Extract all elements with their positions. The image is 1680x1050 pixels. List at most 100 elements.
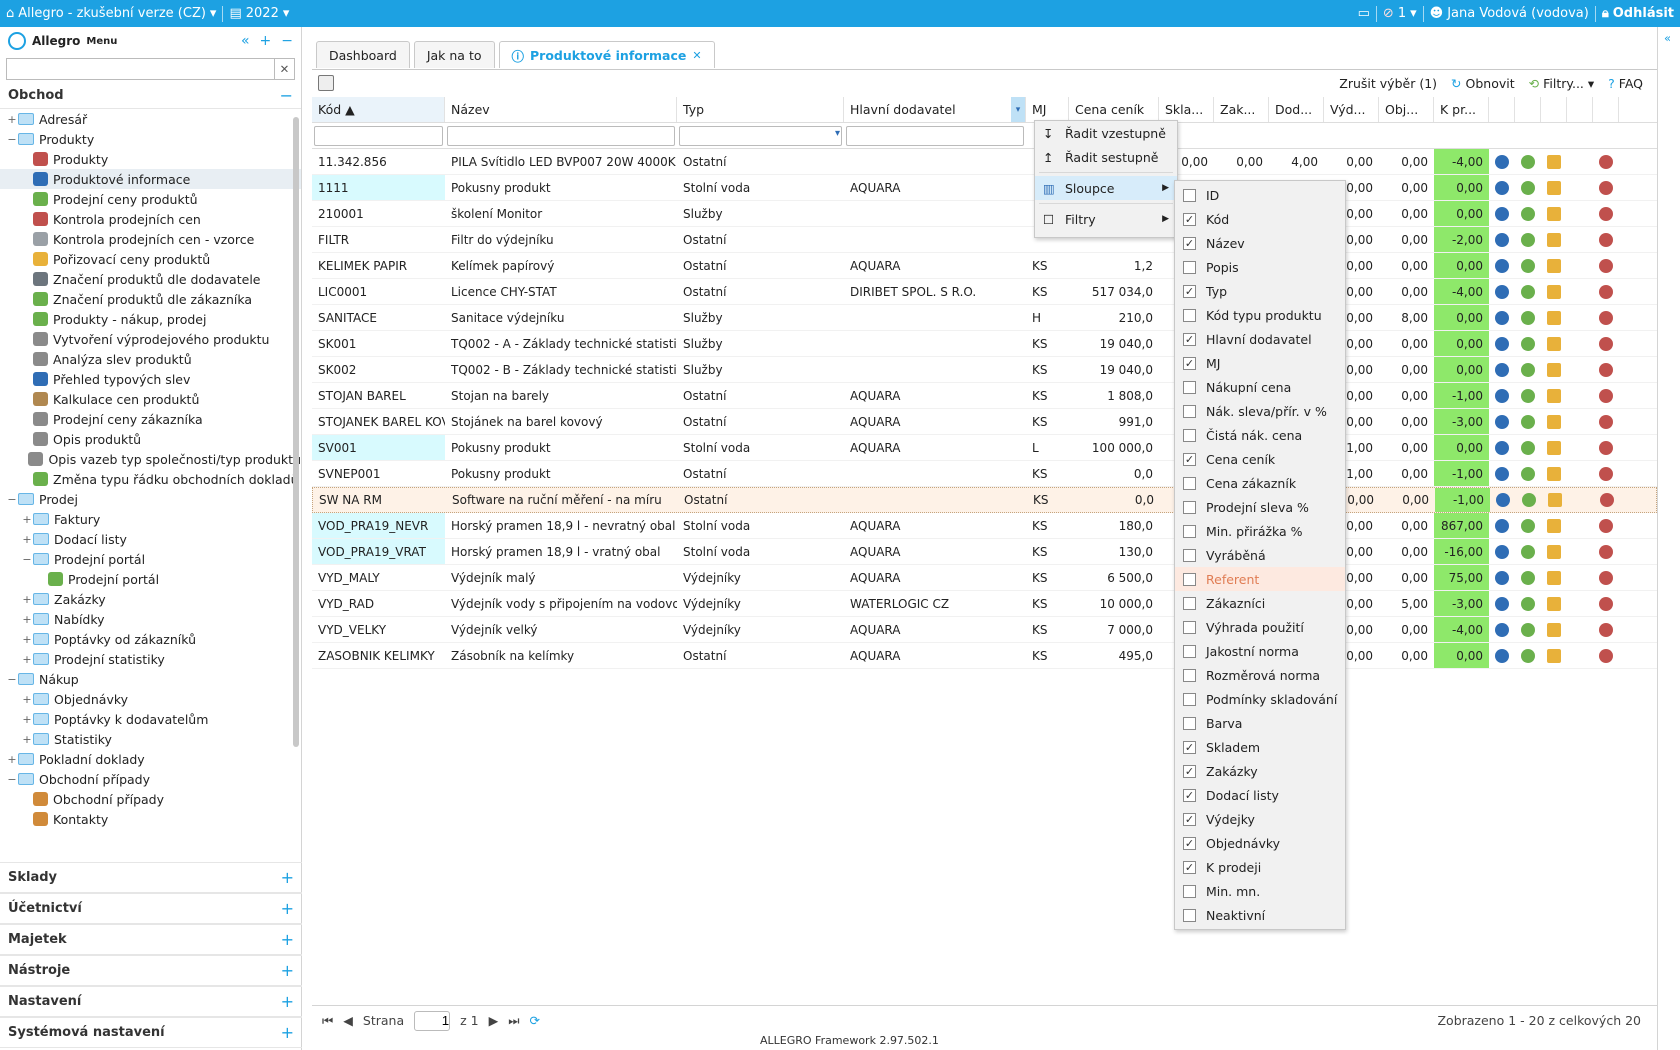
expand-icon[interactable]: + xyxy=(281,899,294,918)
table-row[interactable]: SANITACE Sanitace výdejníku Služby H 210,0 0,… xyxy=(312,305,1657,331)
column-toggle-item[interactable]: ID xyxy=(1175,183,1345,207)
expand-toggle-icon[interactable]: − xyxy=(6,133,18,146)
tree-node[interactable]: Opis produktů xyxy=(0,429,301,449)
info-icon[interactable] xyxy=(1495,206,1509,221)
checkbox[interactable] xyxy=(1183,620,1196,634)
checkbox[interactable] xyxy=(1183,884,1196,898)
tree-node[interactable]: − Prodejní portál xyxy=(0,549,301,569)
tree-node[interactable]: Prodejní ceny produktů xyxy=(0,189,301,209)
info-icon[interactable] xyxy=(1495,336,1509,351)
collapse-sidebar-icon[interactable]: « xyxy=(241,33,250,49)
tree-node[interactable]: Kalkulace cen produktů xyxy=(0,389,301,409)
column-header[interactable]: Typ xyxy=(677,97,844,122)
table-row[interactable]: SVNEP001 Pokusny produkt Ostatní KS 0,0 1,00 0… xyxy=(312,461,1657,487)
expand-toggle-icon[interactable]: + xyxy=(6,753,18,766)
checkbox[interactable]: ✓ xyxy=(1183,836,1196,850)
clear-icon[interactable]: ✕ xyxy=(274,59,294,79)
table-row[interactable]: KELIMEK PAPIR Kelímek papírový Ostatní AQUA… xyxy=(312,253,1657,279)
expand-toggle-icon[interactable]: + xyxy=(21,533,33,546)
column-toggle-item[interactable]: ✓ MJ xyxy=(1175,351,1345,375)
sidebar-section[interactable]: Systémová nastavení + xyxy=(0,1017,302,1048)
info-icon[interactable] xyxy=(1495,414,1509,429)
column-toggle-item[interactable]: ✓ K prodeji xyxy=(1175,855,1345,879)
table-row[interactable]: VYD_VELKY Výdejník velký Výdejníky AQUARA KS… xyxy=(312,617,1657,643)
expand-toggle-icon[interactable]: + xyxy=(21,713,33,726)
cart-icon[interactable] xyxy=(1599,388,1613,403)
column-toggle-item[interactable]: Podmínky skladování xyxy=(1175,687,1345,711)
sidebar-search-input[interactable] xyxy=(7,59,274,79)
checkbox[interactable]: ✓ xyxy=(1183,236,1196,250)
column-toggle-item[interactable]: Nákupní cena xyxy=(1175,375,1345,399)
info-icon[interactable] xyxy=(1495,362,1509,377)
expand-toggle-icon[interactable]: − xyxy=(6,493,18,506)
refresh-button[interactable]: ↻ Obnovit xyxy=(1451,76,1515,91)
tree-node[interactable]: Pořizovací ceny produktů xyxy=(0,249,301,269)
column-toggle-item[interactable]: ✓ Cena ceník xyxy=(1175,447,1345,471)
checkbox[interactable] xyxy=(1183,716,1196,730)
tree-node[interactable]: Vytvoření výprodejového produktu xyxy=(0,329,301,349)
column-header[interactable]: Kód ▲ xyxy=(312,97,445,122)
tree-node[interactable]: Produkty - nákup, prodej xyxy=(0,309,301,329)
tree-node[interactable]: + Dodací listy xyxy=(0,529,301,549)
column-toggle-item[interactable]: Vyráběná xyxy=(1175,543,1345,567)
expand-all-icon[interactable]: + xyxy=(260,33,272,49)
column-header[interactable]: K pr... xyxy=(1434,97,1489,122)
dropdown-icon[interactable]: ▾ xyxy=(835,128,840,139)
table-row[interactable]: FILTR Filtr do výdejníku Ostatní 0,00 0,00 -2… xyxy=(312,227,1657,253)
table-row[interactable]: SW NA RM Software na ruční měření - na mí… xyxy=(312,487,1657,513)
transfer-icon[interactable] xyxy=(1521,284,1535,299)
sidebar-section[interactable]: Účetnictví + xyxy=(0,893,302,924)
folder-open-icon[interactable] xyxy=(1547,232,1561,247)
info-icon[interactable] xyxy=(1495,180,1509,195)
checkbox[interactable] xyxy=(1183,692,1196,706)
expand-toggle-icon[interactable]: + xyxy=(21,653,33,666)
table-row[interactable]: VYD_MALY Výdejník malý Výdejníky AQUARA KS 6 … xyxy=(312,565,1657,591)
next-page-icon[interactable]: ▶ xyxy=(489,1013,499,1028)
column-toggle-item[interactable]: Zákazníci xyxy=(1175,591,1345,615)
logout-button[interactable]: 🔒︎ Odhlásit xyxy=(1596,6,1680,21)
folder-open-icon[interactable] xyxy=(1547,648,1561,663)
year-selector[interactable]: ▤ 2022 ▾ xyxy=(223,6,295,21)
checkbox[interactable] xyxy=(1183,644,1196,658)
tree-node[interactable]: Změna typu řádku obchodních dokladů xyxy=(0,469,301,489)
table-row[interactable]: 210001 školení Monitor Služby 0,00 0,00 0,00 xyxy=(312,201,1657,227)
transfer-icon[interactable] xyxy=(1521,310,1535,325)
cart-icon[interactable] xyxy=(1599,440,1613,455)
column-toggle-item[interactable]: Jakostní norma xyxy=(1175,639,1345,663)
folder-open-icon[interactable] xyxy=(1547,570,1561,585)
cart-icon[interactable] xyxy=(1599,206,1613,221)
transfer-icon[interactable] xyxy=(1521,180,1535,195)
folder-open-icon[interactable] xyxy=(1547,362,1561,377)
faq-button[interactable]: ? FAQ xyxy=(1608,76,1643,91)
user-menu[interactable]: ☻ Jana Vodová (vodova) xyxy=(1424,6,1595,21)
transfer-icon[interactable] xyxy=(1521,648,1535,663)
app-title-menu[interactable]: ⌂ Allegro - zkušební verze (CZ) ▾ xyxy=(0,6,222,21)
column-toggle-item[interactable]: ✓ Skladem xyxy=(1175,735,1345,759)
folder-open-icon[interactable] xyxy=(1547,414,1561,429)
transfer-icon[interactable] xyxy=(1521,336,1535,351)
checkbox[interactable]: ✓ xyxy=(1183,860,1196,874)
tree-node[interactable]: + Poptávky k dodavatelům xyxy=(0,709,301,729)
column-menu-trigger-icon[interactable]: ▾ xyxy=(1011,97,1025,122)
checkbox[interactable] xyxy=(1183,908,1196,922)
tree-node[interactable]: Produkty xyxy=(0,149,301,169)
column-toggle-item[interactable]: Nák. sleva/přír. v % xyxy=(1175,399,1345,423)
cart-icon[interactable] xyxy=(1599,258,1613,273)
column-toggle-item[interactable]: ✓ Zakázky xyxy=(1175,759,1345,783)
tree-node[interactable]: + Faktury xyxy=(0,509,301,529)
tree-node[interactable]: − Produkty xyxy=(0,129,301,149)
column-header[interactable]: Název xyxy=(445,97,677,122)
folder-open-icon[interactable] xyxy=(1547,596,1561,611)
checkbox[interactable] xyxy=(1183,188,1196,202)
tree-node[interactable]: Opis vazeb typ společnosti/typ produktu xyxy=(0,449,301,469)
expand-toggle-icon[interactable]: − xyxy=(6,773,18,786)
checkbox[interactable] xyxy=(1183,668,1196,682)
close-icon[interactable]: ✕ xyxy=(692,49,701,62)
folder-open-icon[interactable] xyxy=(1547,284,1561,299)
column-toggle-item[interactable]: ✓ Dodací listy xyxy=(1175,783,1345,807)
transfer-icon[interactable] xyxy=(1521,440,1535,455)
tree-node[interactable]: Kontrola prodejních cen - vzorce xyxy=(0,229,301,249)
cart-icon[interactable] xyxy=(1599,336,1613,351)
transfer-icon[interactable] xyxy=(1521,206,1535,221)
column-toggle-item[interactable]: Kód typu produktu xyxy=(1175,303,1345,327)
